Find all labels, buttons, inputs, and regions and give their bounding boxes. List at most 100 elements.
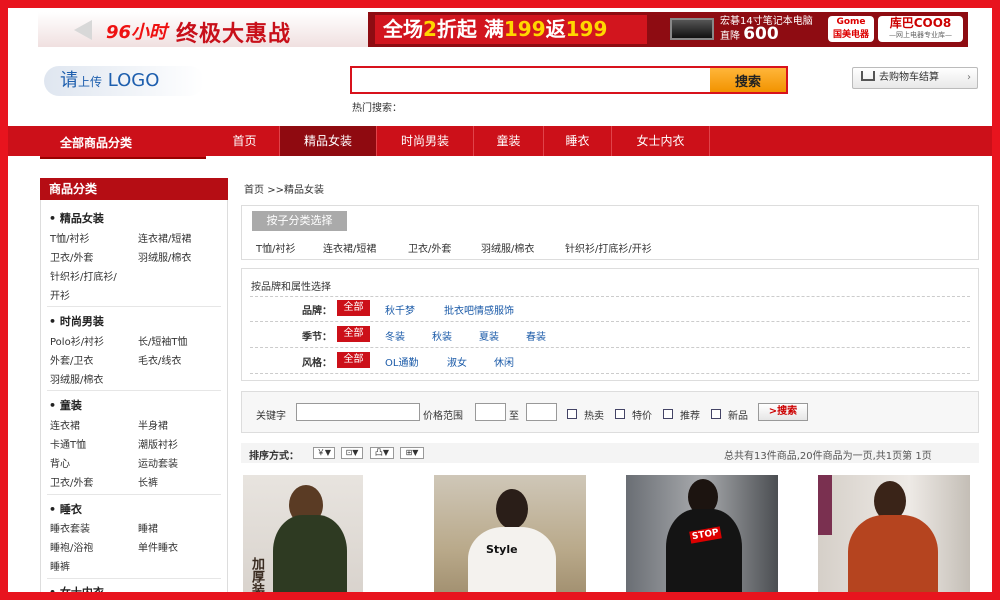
price-min-input[interactable] <box>475 403 506 421</box>
breadcrumb-current: 精品女装 <box>283 185 324 196</box>
sidebar-link[interactable]: 针织衫/打底衫/ <box>50 268 117 283</box>
sidebar-link[interactable]: 潮版衬衫 <box>138 436 178 451</box>
model-figure <box>273 515 347 600</box>
product-image[interactable]: STOP <box>626 475 778 600</box>
attr-value[interactable]: OL通勤 <box>385 354 418 369</box>
subcategory-link[interactable]: 卫衣/外套 <box>408 240 451 255</box>
attr-label-brand: 品牌： <box>302 306 332 317</box>
sidebar-link[interactable]: 卡通T恤 <box>50 436 86 451</box>
divider <box>250 296 970 297</box>
checkbox-label: 特价 <box>632 411 652 422</box>
sidebar-link[interactable]: 睡裤 <box>50 558 70 573</box>
sort-price-button[interactable]: ￥▼ <box>313 447 335 459</box>
attr-all-season[interactable]: 全部 <box>337 326 370 342</box>
sidebar-link[interactable]: 羽绒服/棉衣 <box>138 249 191 264</box>
subcategory-link[interactable]: 羽绒服/棉衣 <box>481 240 534 255</box>
sidebar-link[interactable]: T恤/衬衫 <box>50 230 89 245</box>
sidebar-link[interactable]: 运动套装 <box>138 455 178 470</box>
partner1-name: Gome <box>836 17 866 27</box>
new-checkbox[interactable] <box>711 409 721 419</box>
sort-time-button[interactable]: ⊡▼ <box>341 447 363 459</box>
product-image[interactable]: Style <box>434 475 586 600</box>
sale-checkbox[interactable] <box>615 409 625 419</box>
product-tag <box>818 475 832 535</box>
sidebar-category[interactable]: • 精品女装 <box>49 210 104 226</box>
product-image[interactable]: 加厚装 <box>243 475 363 600</box>
search-input[interactable] <box>352 68 708 92</box>
sidebar-link[interactable]: 卫衣/外套 <box>50 249 93 264</box>
sidebar-link[interactable]: 连衣裙/短裙 <box>138 230 191 245</box>
attr-value[interactable]: 批衣吧情感服饰 <box>444 302 514 317</box>
sidebar-link[interactable]: 羽绒服/棉衣 <box>50 371 103 386</box>
laptop-icon <box>670 18 714 40</box>
sidebar-link[interactable]: 长裤 <box>138 474 158 489</box>
checkbox-label: 推荐 <box>680 411 700 422</box>
attr-value[interactable]: 春装 <box>526 328 546 343</box>
sidebar-link[interactable]: 单件睡衣 <box>138 539 178 554</box>
sidebar-link[interactable]: 长/短袖T恤 <box>138 333 187 348</box>
attr-value[interactable]: 淑女 <box>447 354 467 369</box>
search-button[interactable]: 搜索 <box>710 68 786 92</box>
all-categories-button[interactable]: 全部商品分类 <box>40 129 206 157</box>
product-image[interactable] <box>818 475 970 600</box>
cart-button[interactable]: 去购物车结算 › <box>852 67 978 89</box>
ad-price: 600 <box>743 24 779 44</box>
price-max-input[interactable] <box>526 403 557 421</box>
sidebar-link[interactable]: Polo衫/衬衫 <box>50 333 104 348</box>
attr-value[interactable]: 冬装 <box>385 328 405 343</box>
attr-value[interactable]: 夏装 <box>479 328 499 343</box>
breadcrumb: 首页 >>精品女装 <box>244 181 324 196</box>
sidebar-link[interactable]: 半身裙 <box>138 417 168 432</box>
sidebar-title: 商品分类 <box>40 178 228 200</box>
sidebar-link[interactable]: 连衣裙 <box>50 417 80 432</box>
recommend-checkbox[interactable] <box>663 409 673 419</box>
sort-popular-button[interactable]: ⊞▼ <box>400 447 424 459</box>
promo-text-c: 199 <box>503 17 546 41</box>
sidebar-link[interactable]: 睡衣套装 <box>50 520 90 535</box>
nav-item-kids[interactable]: 童装 <box>474 126 544 156</box>
sidebar-link[interactable]: 外套/卫衣 <box>50 352 93 367</box>
divider <box>250 347 970 348</box>
attr-value[interactable]: 秋装 <box>432 328 452 343</box>
site-logo[interactable]: 请上传 LOGO <box>44 66 204 96</box>
attr-value[interactable]: 秋千梦 <box>385 302 415 317</box>
sidebar-category[interactable]: • 时尚男装 <box>49 313 104 329</box>
filter-search-button[interactable]: >搜索 <box>758 403 808 421</box>
nav-item-women[interactable]: 精品女装 <box>280 126 377 156</box>
logo-main: 请 <box>60 70 78 91</box>
model-figure <box>666 509 742 600</box>
nav-item-men[interactable]: 时尚男装 <box>377 126 474 156</box>
sidebar-category[interactable]: • 女士内衣 <box>49 584 104 600</box>
sidebar-link[interactable]: 背心 <box>50 455 70 470</box>
sidebar-link[interactable]: 开衫 <box>50 287 70 302</box>
sidebar-category[interactable]: • 童装 <box>49 397 82 413</box>
sidebar-link[interactable]: 毛衣/线衣 <box>138 352 181 367</box>
keyword-label: 关键字 <box>256 411 286 422</box>
nav-item-home[interactable]: 首页 <box>210 126 280 156</box>
partner-logo-gome: Gome 国美电器 <box>828 16 874 42</box>
attr-all-style[interactable]: 全部 <box>337 352 370 368</box>
subcategory-link[interactable]: 针织衫/打底衫/开衫 <box>565 240 652 255</box>
nav-item-lingerie[interactable]: 女士内衣 <box>612 126 710 156</box>
nav-item-sleepwear[interactable]: 睡衣 <box>544 126 612 156</box>
promo-banner[interactable]: 96小时 终极大惠战 全场2折起 满199返199 宏碁14寸笔记本电脑 直降 … <box>38 12 968 47</box>
attr-all-brand[interactable]: 全部 <box>337 300 370 316</box>
sort-sales-button[interactable]: 凸▼ <box>370 447 394 459</box>
keyword-input[interactable] <box>296 403 420 421</box>
sidebar-link[interactable]: 卫衣/外套 <box>50 474 93 489</box>
search-box: 搜索 <box>350 66 788 94</box>
sidebar-link[interactable]: 睡裙 <box>138 520 158 535</box>
chevron-right-icon: › <box>967 72 971 83</box>
category-label: 女士内衣 <box>59 586 104 599</box>
sidebar-category[interactable]: • 睡衣 <box>49 501 82 517</box>
hot-checkbox[interactable] <box>567 409 577 419</box>
attr-value[interactable]: 休闲 <box>494 354 514 369</box>
subcategory-link[interactable]: 连衣裙/短裙 <box>323 240 376 255</box>
subcategory-link[interactable]: T恤/衬衫 <box>256 240 295 255</box>
divider <box>250 373 970 374</box>
arrow-icon <box>74 20 92 40</box>
sidebar-link[interactable]: 睡袍/浴袍 <box>50 539 93 554</box>
product-overlay-text: 加厚装 <box>249 557 264 596</box>
breadcrumb-home[interactable]: 首页 <box>244 185 264 196</box>
partner1-sub: 国美电器 <box>832 30 869 40</box>
